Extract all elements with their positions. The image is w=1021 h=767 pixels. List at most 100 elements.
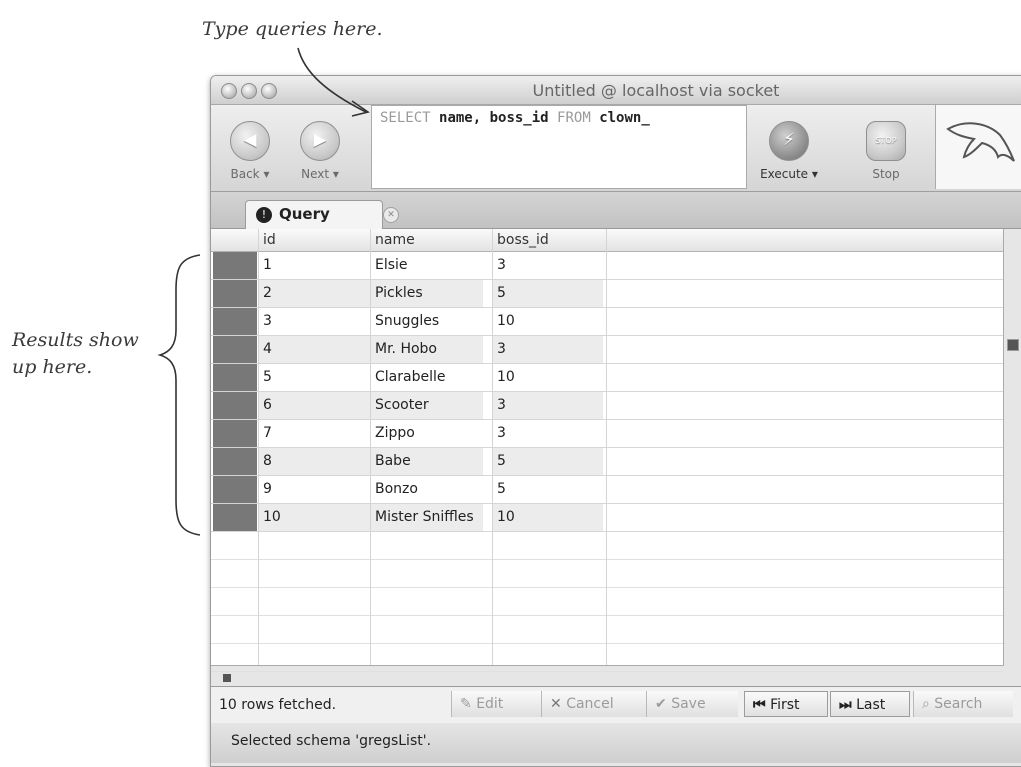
empty-row-line [211, 615, 1003, 616]
table-cell[interactable]: Scooter [371, 392, 483, 419]
column-header-name[interactable]: name [375, 232, 415, 248]
edit-button[interactable]: ✎ Edit [451, 691, 541, 717]
table-cell[interactable]: Bonzo [371, 476, 483, 503]
cancel-button[interactable]: ✕ Cancel [541, 691, 646, 717]
cancel-icon: ✕ [550, 696, 562, 712]
row-selector[interactable] [213, 308, 257, 335]
stop-button[interactable]: STOP Stop [851, 121, 921, 181]
schema-status-text: Selected schema 'gregsList'. [231, 733, 432, 749]
table-cell[interactable]: Babe [371, 448, 483, 475]
back-button[interactable]: ◀ Back ▾ [225, 121, 275, 181]
table-cell[interactable]: 6 [259, 392, 371, 419]
first-record-icon: ⏮ [753, 697, 766, 713]
table-row[interactable]: 9 Bonzo 5 [211, 476, 1003, 504]
annotation-results: Results show up here. [12, 329, 139, 378]
table-cell[interactable]: 5 [493, 448, 603, 475]
first-button[interactable]: ⏮ First [744, 691, 828, 717]
empty-row-line [211, 587, 1003, 588]
table-cell[interactable]: 8 [259, 448, 371, 475]
table-cell[interactable]: Mr. Hobo [371, 336, 483, 363]
vertical-scrollbar[interactable] [1007, 339, 1019, 351]
pencil-icon: ✎ [460, 696, 472, 712]
table-cell[interactable]: 5 [259, 364, 371, 391]
table-cell[interactable]: 9 [259, 476, 371, 503]
tab-strip: ! Query ✕ [211, 192, 1021, 229]
query-browser-window: Untitled @ localhost via socket ◀ Back ▾… [210, 75, 1021, 767]
rows-fetched-text: 10 rows fetched. [219, 697, 337, 713]
mysql-logo [935, 105, 1021, 189]
stop-icon: STOP [875, 136, 897, 145]
table-cell[interactable]: 5 [493, 476, 603, 503]
search-icon: ⌕ [922, 696, 930, 712]
table-cell[interactable]: 3 [493, 336, 603, 363]
table-row[interactable]: 10 Mister Sniffles 10 [211, 504, 1003, 532]
column-header-boss-id[interactable]: boss_id [497, 232, 549, 248]
next-arrow-icon: ▶ [313, 130, 327, 150]
grid-header: id name boss_id [211, 229, 1003, 252]
table-cell[interactable]: 10 [259, 504, 371, 531]
search-button[interactable]: ⌕ Search [913, 691, 1013, 717]
table-row[interactable]: 2 Pickles 5 [211, 280, 1003, 308]
window-title: Untitled @ localhost via socket [532, 81, 780, 100]
results-grid: id name boss_id 1 Elsie 3 2 Pickles 5 3 Snuggle… [211, 229, 1004, 700]
empty-row-line [211, 643, 1003, 644]
table-cell[interactable]: Mister Sniffles [371, 504, 483, 531]
table-cell[interactable]: Clarabelle [371, 364, 483, 391]
close-tab-icon[interactable]: ✕ [383, 207, 399, 223]
row-selector[interactable] [213, 364, 257, 391]
execute-button[interactable]: ⚡ Execute ▾ [749, 121, 829, 181]
table-row[interactable]: 5 Clarabelle 10 [211, 364, 1003, 392]
next-button[interactable]: ▶ Next ▾ [295, 121, 345, 181]
table-row[interactable]: 8 Babe 5 [211, 448, 1003, 476]
table-cell[interactable]: 10 [493, 308, 603, 335]
schema-bar: Selected schema 'gregsList'. [211, 723, 1021, 763]
brace-icon [157, 254, 201, 536]
horizontal-scrollbar[interactable] [223, 674, 231, 682]
table-cell[interactable]: 2 [259, 280, 371, 307]
table-cell[interactable]: Snuggles [371, 308, 483, 335]
table-row[interactable]: 7 Zippo 3 [211, 420, 1003, 448]
empty-row-line [211, 559, 1003, 560]
table-cell[interactable]: Pickles [371, 280, 483, 307]
checkmark-icon: ✔ [655, 696, 667, 712]
table-cell[interactable]: 10 [493, 364, 603, 391]
table-cell[interactable]: 3 [493, 392, 603, 419]
row-selector[interactable] [213, 280, 257, 307]
row-selector[interactable] [213, 504, 257, 531]
title-bar: Untitled @ localhost via socket [211, 76, 1021, 105]
table-cell[interactable]: 4 [259, 336, 371, 363]
status-bar: 10 rows fetched. ✎ Edit ✕ Cancel ✔ Save … [211, 686, 1021, 724]
table-cell[interactable]: 5 [493, 280, 603, 307]
dolphin-icon [946, 122, 1015, 162]
table-row[interactable]: 1 Elsie 3 [211, 252, 1003, 280]
column-header-id[interactable]: id [263, 232, 276, 248]
save-button[interactable]: ✔ Save [646, 691, 738, 717]
table-row[interactable]: 3 Snuggles 10 [211, 308, 1003, 336]
table-cell[interactable]: Zippo [371, 420, 483, 447]
last-record-icon: ⏭ [839, 697, 852, 713]
row-selector[interactable] [213, 252, 257, 279]
table-cell[interactable]: 3 [493, 420, 603, 447]
table-cell[interactable]: 1 [259, 252, 371, 279]
table-row[interactable]: 4 Mr. Hobo 3 [211, 336, 1003, 364]
table-row[interactable]: 6 Scooter 3 [211, 392, 1003, 420]
table-cell[interactable]: 10 [493, 504, 603, 531]
table-cell[interactable]: Elsie [371, 252, 483, 279]
table-cell[interactable]: 7 [259, 420, 371, 447]
annotation-type-queries: Type queries here. [202, 18, 383, 40]
toolbar: ◀ Back ▾ ▶ Next ▾ SELECT name, boss_id F… [211, 105, 1021, 192]
query-input[interactable]: SELECT name, boss_id FROM clown_ [371, 105, 747, 189]
empty-row-line [211, 671, 1003, 672]
last-button[interactable]: ⏭ Last [830, 691, 910, 717]
tab-query[interactable]: ! Query ✕ [245, 200, 399, 229]
row-selector[interactable] [213, 420, 257, 447]
row-selector[interactable] [213, 476, 257, 503]
table-cell[interactable]: 3 [259, 308, 371, 335]
table-cell[interactable]: 3 [493, 252, 603, 279]
back-arrow-icon: ◀ [243, 130, 257, 150]
row-selector[interactable] [213, 392, 257, 419]
row-selector[interactable] [213, 336, 257, 363]
lightning-icon: ⚡ [783, 130, 795, 150]
info-icon: ! [256, 207, 272, 223]
row-selector[interactable] [213, 448, 257, 475]
